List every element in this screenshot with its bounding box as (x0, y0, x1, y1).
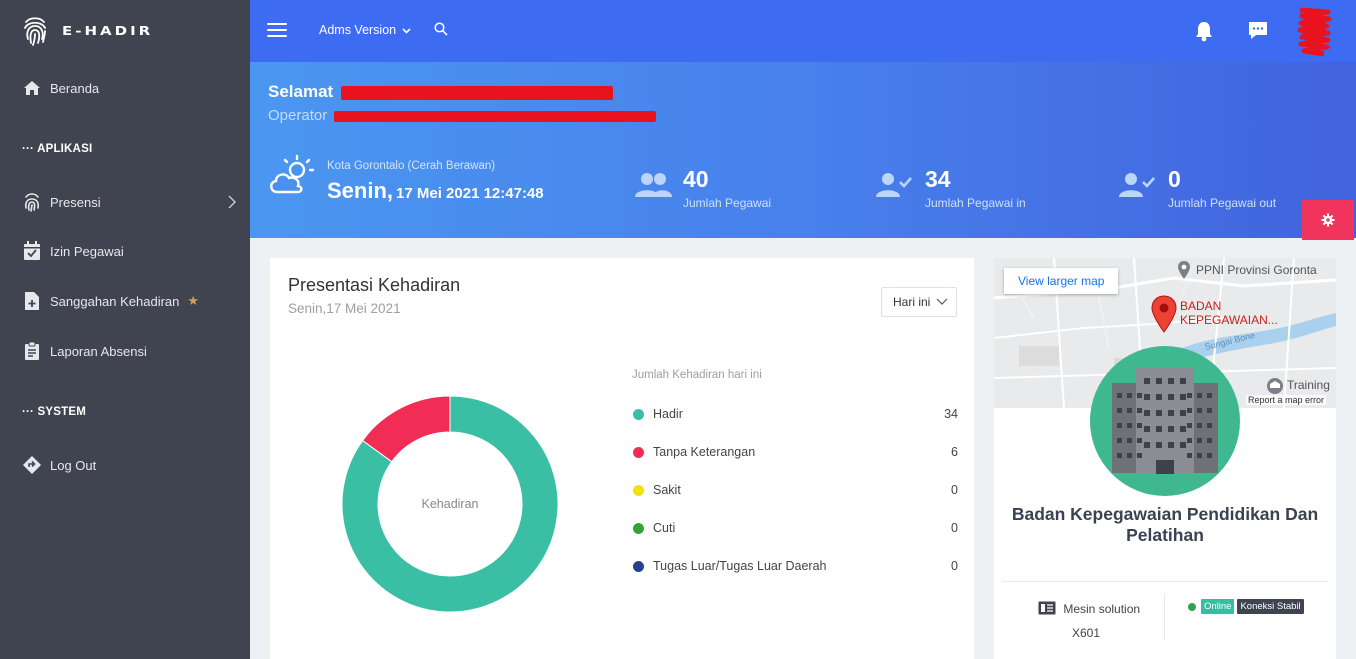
calendar-check-icon (22, 241, 42, 261)
view-larger-map-link[interactable]: View larger map (1004, 268, 1119, 294)
legend-title: Jumlah Kehadiran hari ini (632, 369, 762, 381)
brand-logo[interactable]: E-HADIR (0, 0, 250, 62)
settings-button[interactable] (1302, 200, 1354, 240)
machine-info: Mesin solution (1038, 601, 1140, 616)
report-map-error-link[interactable]: Report a map error (1246, 395, 1327, 405)
legend-dot (633, 561, 644, 572)
sidebar: E-HADIR Beranda ··· APLIKASI Presensi Iz… (0, 0, 250, 659)
legend-dot (633, 409, 644, 420)
card-title: Presentasi Kehadiran (288, 275, 461, 295)
sidebar-item-laporan[interactable]: Laporan Absensi (0, 337, 250, 365)
donut-center-label: Kehadiran (422, 497, 479, 511)
chevron-right-icon (228, 195, 236, 209)
operator-line: Operator (268, 107, 657, 124)
chevron-down-icon (402, 28, 411, 34)
legend-dot (633, 485, 644, 496)
connection-status: Online Koneksi Stabil (1188, 599, 1304, 614)
bell-icon[interactable] (1194, 20, 1214, 42)
sidebar-section-aplikasi: ··· APLIKASI (22, 143, 93, 155)
home-icon (22, 78, 42, 98)
period-dropdown[interactable]: Hari ini (881, 287, 957, 317)
user-check-icon (876, 173, 912, 197)
user-check-icon (1119, 173, 1155, 197)
online-badge: Online (1201, 599, 1235, 614)
star-icon: ★ (187, 293, 200, 308)
place-icon (1267, 378, 1283, 394)
attendance-card: Presentasi Kehadiran Senin,17 Mei 2021 H… (270, 258, 974, 659)
file-plus-icon (22, 291, 42, 311)
weather-location: Kota Gorontalo (Cerah Berawan) (327, 160, 496, 172)
logout-icon (22, 455, 42, 475)
avatar[interactable] (1296, 6, 1332, 56)
organization-card: View larger map PPNI Provinsi Goronta BA… (994, 258, 1336, 659)
sidebar-item-sanggahan[interactable]: Sanggahan Kehadiran ★ (0, 287, 250, 315)
sidebar-section-system: ··· SYSTEM (22, 406, 86, 418)
map-place-label: BADAN KEPEGAWAIAN... (1180, 299, 1278, 327)
chat-icon[interactable] (1247, 20, 1269, 41)
map-pin-icon (1178, 261, 1190, 279)
card-subtitle: Senin,17 Mei 2021 (288, 301, 401, 316)
map-place-label: Training (1287, 378, 1330, 392)
attendance-donut-chart: Kehadiran (342, 396, 558, 612)
redacted-name (340, 85, 613, 100)
legend-dot (633, 523, 644, 534)
sidebar-item-label: Izin Pegawai (50, 243, 124, 259)
welcome-banner: Selamat Operator Kota Gorontalo (Cerah B… (250, 62, 1356, 240)
adms-version-dropdown[interactable]: Adms Version (319, 23, 411, 37)
sidebar-item-label: Laporan Absensi (50, 343, 147, 359)
topbar: Adms Version (250, 0, 1356, 62)
search-icon[interactable] (434, 22, 448, 36)
users-icon (635, 173, 672, 197)
fingerprint-icon (22, 192, 42, 212)
divider (1002, 581, 1328, 582)
sidebar-item-label: Beranda (50, 80, 100, 96)
map-place-label: PPNI Provinsi Goronta (1196, 263, 1317, 277)
location-marker-icon (1151, 295, 1177, 333)
brand-name: E-HADIR (62, 23, 154, 39)
sidebar-item-logout[interactable]: Log Out (0, 451, 250, 479)
gear-icon (1321, 213, 1335, 227)
sidebar-item-label: Sanggahan Kehadiran (50, 293, 180, 309)
fingerprint-logo-icon (24, 17, 46, 46)
menu-toggle-icon[interactable] (267, 23, 287, 39)
office-building-icon (1090, 346, 1240, 496)
organization-name: Badan Kepegawaian Pendidikan Dan Pelatih… (1011, 504, 1319, 545)
legend-dot (633, 447, 644, 458)
connection-badge: Koneksi Stabil (1237, 599, 1304, 614)
weather-cloud-sun-icon (270, 154, 315, 194)
machine-model: X601 (1072, 626, 1101, 640)
sidebar-item-beranda[interactable]: Beranda (0, 74, 250, 102)
sidebar-item-izin-pegawai[interactable]: Izin Pegawai (0, 237, 250, 265)
clipboard-icon (22, 341, 42, 361)
chevron-down-icon (936, 298, 948, 305)
device-icon (1038, 601, 1056, 615)
sidebar-item-label: Log Out (50, 457, 97, 473)
sidebar-item-presensi[interactable]: Presensi (0, 188, 250, 216)
status-dot (1188, 602, 1196, 611)
greeting: Selamat (268, 82, 613, 102)
current-datetime: Senin, 17 Mei 2021 12:47:48 (327, 178, 544, 203)
sidebar-item-label: Presensi (50, 194, 101, 210)
divider (1164, 594, 1165, 640)
redacted-unit (334, 110, 657, 122)
